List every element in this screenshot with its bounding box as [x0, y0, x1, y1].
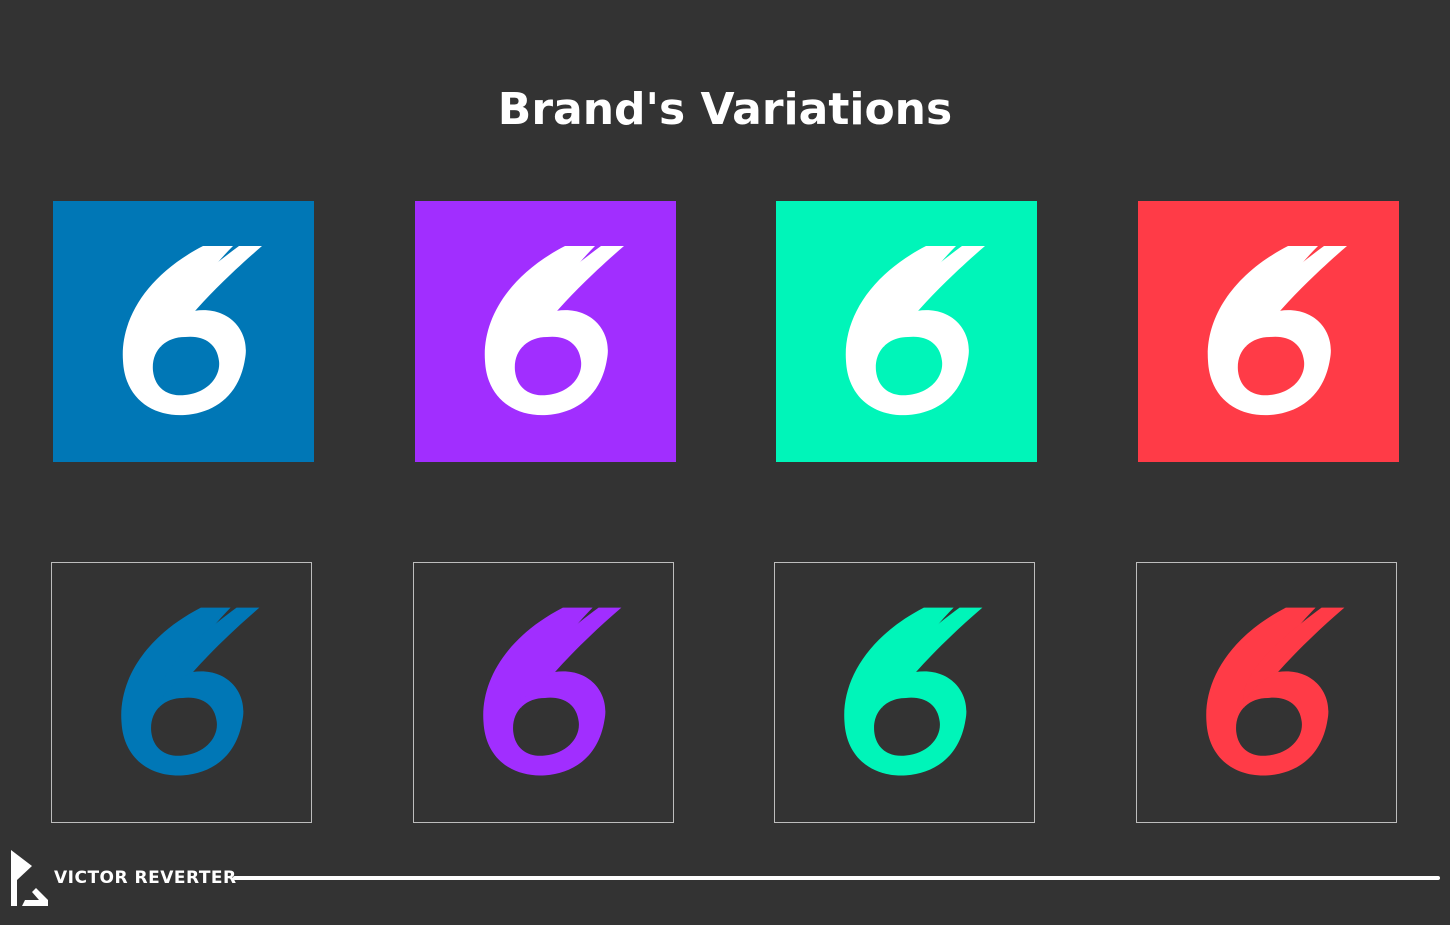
page-title: Brand's Variations — [497, 84, 953, 135]
outlined-tile-mint — [774, 562, 1035, 823]
outlined-tile-purple — [413, 562, 674, 823]
filled-tile-red — [1138, 201, 1399, 462]
vr-monogram-icon — [11, 850, 48, 906]
outlined-tile-blue — [51, 562, 312, 823]
brand-six-logo-icon — [121, 607, 260, 776]
brand-six-logo-icon — [1206, 607, 1345, 776]
author-name: VICTOR REVERTER — [54, 868, 237, 888]
filled-tile-mint — [776, 201, 1037, 462]
filled-tile-purple — [415, 201, 676, 462]
footer-divider — [233, 876, 1440, 880]
brand-six-logo-icon — [1207, 246, 1347, 416]
brand-six-logo-icon — [844, 607, 983, 776]
brand-six-logo-icon — [845, 246, 985, 416]
filled-tile-blue — [53, 201, 314, 462]
brand-six-logo-icon — [483, 607, 622, 776]
brand-six-logo-icon — [484, 246, 624, 416]
outlined-tile-red — [1136, 562, 1397, 823]
brand-six-logo-icon — [122, 246, 262, 416]
